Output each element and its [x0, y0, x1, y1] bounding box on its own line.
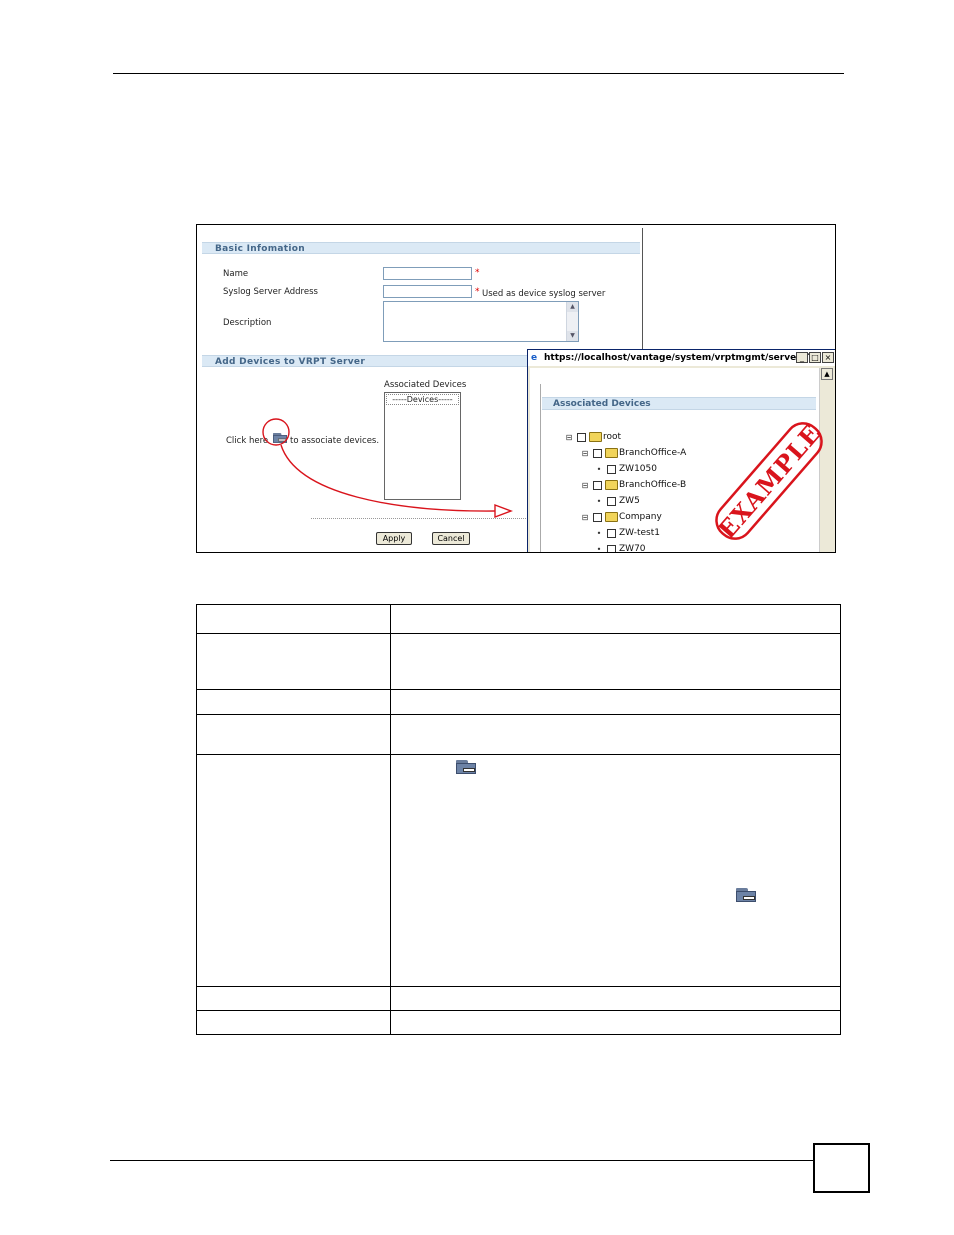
folder-icon: [456, 760, 478, 774]
table-row: [196, 986, 841, 1011]
field-description-table: [196, 604, 841, 1035]
footer-rule: [110, 1160, 814, 1161]
table-row: [196, 754, 841, 987]
label-header: [196, 604, 391, 634]
table-row: [196, 633, 841, 690]
highlight-circle: [262, 418, 290, 446]
table-row: [196, 714, 841, 755]
arrow-head: [494, 503, 513, 519]
table-row: [196, 689, 841, 715]
callout-arrow: [280, 444, 496, 512]
screenshot-figure: Basic Infomation Name * Syslog Server Ad…: [196, 224, 836, 553]
header-rule: [113, 73, 844, 74]
page-number-box: [813, 1143, 870, 1193]
stamp-text: EXAMPLE: [712, 418, 827, 544]
description-header: [390, 604, 841, 634]
annotation-overlay: EXAMPLE: [262, 418, 827, 544]
table-row: [196, 1010, 841, 1035]
example-stamp: EXAMPLE: [712, 418, 827, 544]
folder-icon: [736, 888, 758, 902]
table-header-row: [196, 604, 841, 634]
